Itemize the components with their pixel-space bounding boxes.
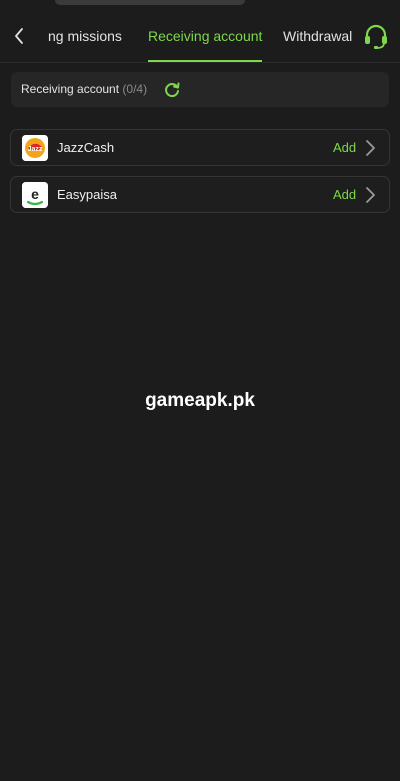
tabs-scroller[interactable]: ng missions Receiving account Withdrawal… [36, 12, 356, 62]
customer-service-button[interactable] [362, 24, 390, 50]
receiving-account-summary: Receiving account (0/4) [11, 72, 389, 107]
chevron-right-icon[interactable] [364, 186, 376, 204]
jazzcash-logo-icon: Jazz [22, 135, 48, 161]
refresh-button[interactable] [163, 81, 181, 99]
easypaisa-logo-icon: e [22, 182, 48, 208]
tab-label: Withdrawal l [283, 28, 356, 44]
account-row-easypaisa[interactable]: e Easypaisa Add [10, 176, 390, 213]
tab-label: ng missions [48, 28, 122, 44]
add-account-button[interactable]: Add [333, 187, 356, 202]
tab-earning-missions[interactable]: ng missions [48, 12, 122, 62]
svg-text:e: e [31, 186, 39, 202]
tab-bar: ng missions Receiving account Withdrawal… [0, 12, 400, 63]
watermark: gameapk.pk [145, 390, 255, 411]
summary-count: (0/4) [122, 82, 148, 96]
summary-title: Receiving account [21, 82, 120, 96]
status-strip [0, 0, 400, 12]
account-name: Easypaisa [57, 187, 117, 202]
summary-label: Receiving account (0/4) [21, 82, 147, 96]
chevron-right-icon[interactable] [364, 139, 376, 157]
notch [55, 0, 245, 5]
svg-text:Jazz: Jazz [28, 146, 43, 153]
back-arrow-icon [15, 28, 23, 44]
back-button[interactable] [8, 24, 30, 48]
headset-icon [365, 24, 387, 49]
tab-withdrawal[interactable]: Withdrawal l [283, 12, 356, 62]
add-account-button[interactable]: Add [333, 140, 356, 155]
tab-label: Receiving account [148, 28, 263, 44]
refresh-icon [165, 82, 180, 98]
tab-receiving-account[interactable]: Receiving account [148, 12, 263, 62]
account-name: JazzCash [57, 140, 115, 155]
account-row-jazzcash[interactable]: Jazz JazzCash Add [10, 129, 390, 166]
active-tab-indicator [148, 60, 263, 62]
